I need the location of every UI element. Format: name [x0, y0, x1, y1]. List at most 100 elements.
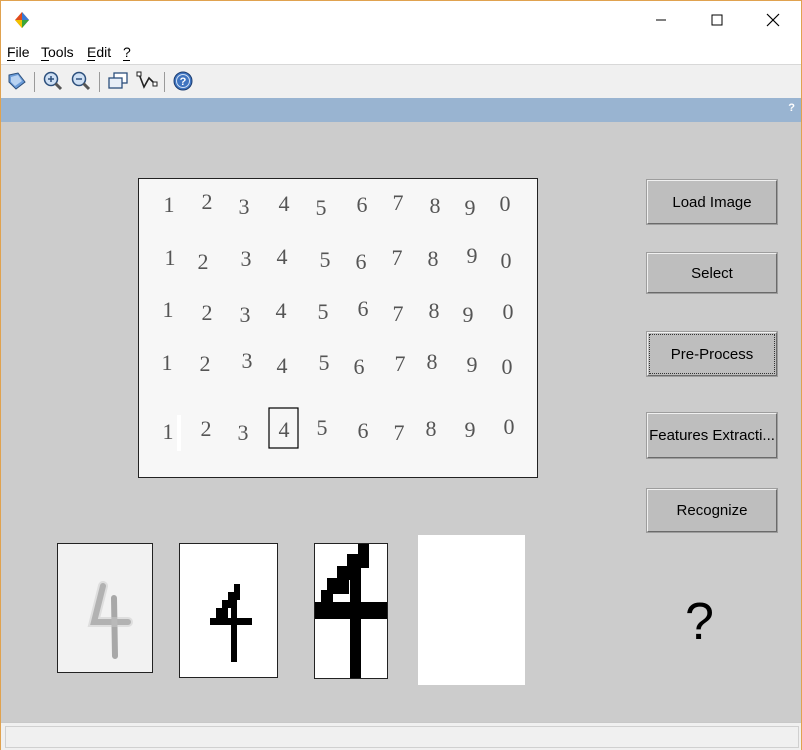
digit-glyph: 4	[276, 298, 287, 323]
menu-bar: File Tools Edit ?	[1, 41, 801, 63]
digit-glyph: 2	[202, 189, 213, 214]
digit-glyph: 3	[239, 194, 250, 219]
digit-glyph: 0	[502, 354, 513, 379]
help-icon: ?	[173, 71, 193, 91]
digit-glyph: 0	[501, 248, 512, 273]
digit-glyph: 2	[200, 351, 211, 376]
digit-glyph: 9	[463, 302, 474, 327]
status-bar	[1, 722, 801, 750]
digit-glyph: 8	[427, 349, 438, 374]
digit-glyph: 1	[162, 350, 173, 375]
data-cursor-button[interactable]	[135, 69, 159, 93]
menu-edit[interactable]: Edit	[87, 44, 111, 60]
digit-glyph: 2	[202, 300, 213, 325]
digit-glyph: 6	[354, 354, 365, 379]
edit-plot-icon	[8, 72, 26, 90]
digit-glyph: 0	[503, 299, 514, 324]
matlab-app-icon	[15, 12, 29, 28]
binary-digit-image	[180, 544, 277, 677]
digit-glyph: 1	[163, 419, 174, 444]
digit-glyph: 8	[429, 298, 440, 323]
digit-glyph: 9	[467, 352, 478, 377]
help-button[interactable]: ?	[171, 69, 195, 93]
digit-glyph: 1	[165, 245, 176, 270]
minimize-button[interactable]	[633, 1, 689, 39]
scaled-digit-axes	[314, 543, 388, 679]
digit-glyph: 7	[393, 190, 404, 215]
digit-glyph: 7	[394, 420, 405, 445]
digit-glyph: 5	[317, 415, 328, 440]
cropped-digit-image	[58, 544, 152, 672]
mnemonic-underline	[7, 60, 15, 61]
digit-glyph: 5	[316, 195, 327, 220]
maximize-button[interactable]	[689, 1, 745, 39]
close-icon	[766, 13, 780, 27]
close-button[interactable]	[745, 1, 801, 39]
digit-glyph: 1	[163, 297, 174, 322]
digit-glyph: 9	[465, 195, 476, 220]
load-image-button[interactable]: Load Image	[647, 180, 777, 224]
digit-glyph: 8	[426, 416, 437, 441]
digit-image-axes[interactable]: 1234567890123456789012345678901234567890…	[138, 178, 538, 478]
digit-glyph: 7	[393, 301, 404, 326]
digit-glyph: 3	[240, 302, 251, 327]
digit-glyph: 5	[319, 350, 330, 375]
recognize-button[interactable]: Recognize	[647, 489, 777, 532]
digit-glyph: 6	[356, 249, 367, 274]
strip-help-button[interactable]: ?	[788, 102, 795, 114]
cropped-digit-axes	[57, 543, 153, 673]
zoom-in-button[interactable]	[41, 69, 65, 93]
toolbar-separator	[34, 72, 35, 92]
digit-image: 1 2 3 4 5 6 7 8 9 01 2 3 4 5 6 7 8 9 01 2 3 4 5 6 7 8 9 01 2 3 4 5 6 7 8 9 0…	[162, 189, 515, 451]
toolbar-separator	[99, 72, 100, 92]
toolbar-separator	[164, 72, 165, 92]
pre-process-button[interactable]: Pre-Process	[647, 332, 777, 376]
toolbar: ?	[1, 64, 801, 99]
mnemonic-underline	[87, 60, 95, 61]
digit-glyph: 8	[430, 193, 441, 218]
image-artifact	[177, 415, 181, 451]
mnemonic-underline	[41, 60, 49, 61]
digit-glyph: 3	[238, 420, 249, 445]
scaled-digit-image	[315, 544, 387, 678]
menu-tools[interactable]: Tools	[41, 44, 74, 60]
digit-glyph: 9	[465, 417, 476, 442]
digit-glyph: 2	[198, 249, 209, 274]
digit-glyph: 9	[467, 243, 478, 268]
zoom-out-button[interactable]	[69, 69, 93, 93]
digit-glyph: 0	[500, 191, 511, 216]
menu-help[interactable]: ?	[123, 44, 131, 60]
digit-glyph: 4	[277, 353, 288, 378]
select-button[interactable]: Select	[647, 253, 777, 293]
maximize-icon	[711, 14, 723, 26]
zoom-out-icon	[71, 71, 91, 91]
digit-glyph: 3	[241, 246, 252, 271]
pan-icon	[108, 72, 128, 89]
recognition-result: ?	[685, 593, 714, 651]
data-cursor-icon	[136, 71, 158, 89]
svg-text:?: ?	[180, 76, 187, 88]
menu-file[interactable]: File	[7, 44, 30, 60]
digit-glyph: 8	[428, 246, 439, 271]
features-extraction-button[interactable]: Features Extracti...	[647, 413, 777, 458]
figure-docking-strip: ?	[1, 98, 801, 122]
digit-glyph: 6	[358, 418, 369, 443]
edit-plot-button[interactable]	[5, 69, 29, 93]
figure-canvas: 1234567890123456789012345678901234567890…	[1, 122, 801, 722]
digit-glyph: 5	[318, 299, 329, 324]
title-bar	[1, 1, 801, 39]
digit-glyph: 6	[357, 192, 368, 217]
binary-digit-axes	[179, 543, 278, 678]
digit-glyph: 4	[279, 191, 290, 216]
minimize-icon	[656, 19, 666, 21]
zoom-in-icon	[43, 71, 63, 91]
digit-glyph: 7	[395, 351, 406, 376]
feature-output-axes	[418, 535, 525, 685]
mnemonic-underline	[123, 60, 130, 61]
digit-glyph: 0	[504, 414, 515, 439]
digit-glyph: 2	[201, 416, 212, 441]
digit-glyph: 3	[242, 348, 253, 373]
digit-glyph: 4	[277, 244, 288, 269]
digit-glyph: 4	[279, 417, 290, 442]
pan-button[interactable]	[106, 69, 130, 93]
